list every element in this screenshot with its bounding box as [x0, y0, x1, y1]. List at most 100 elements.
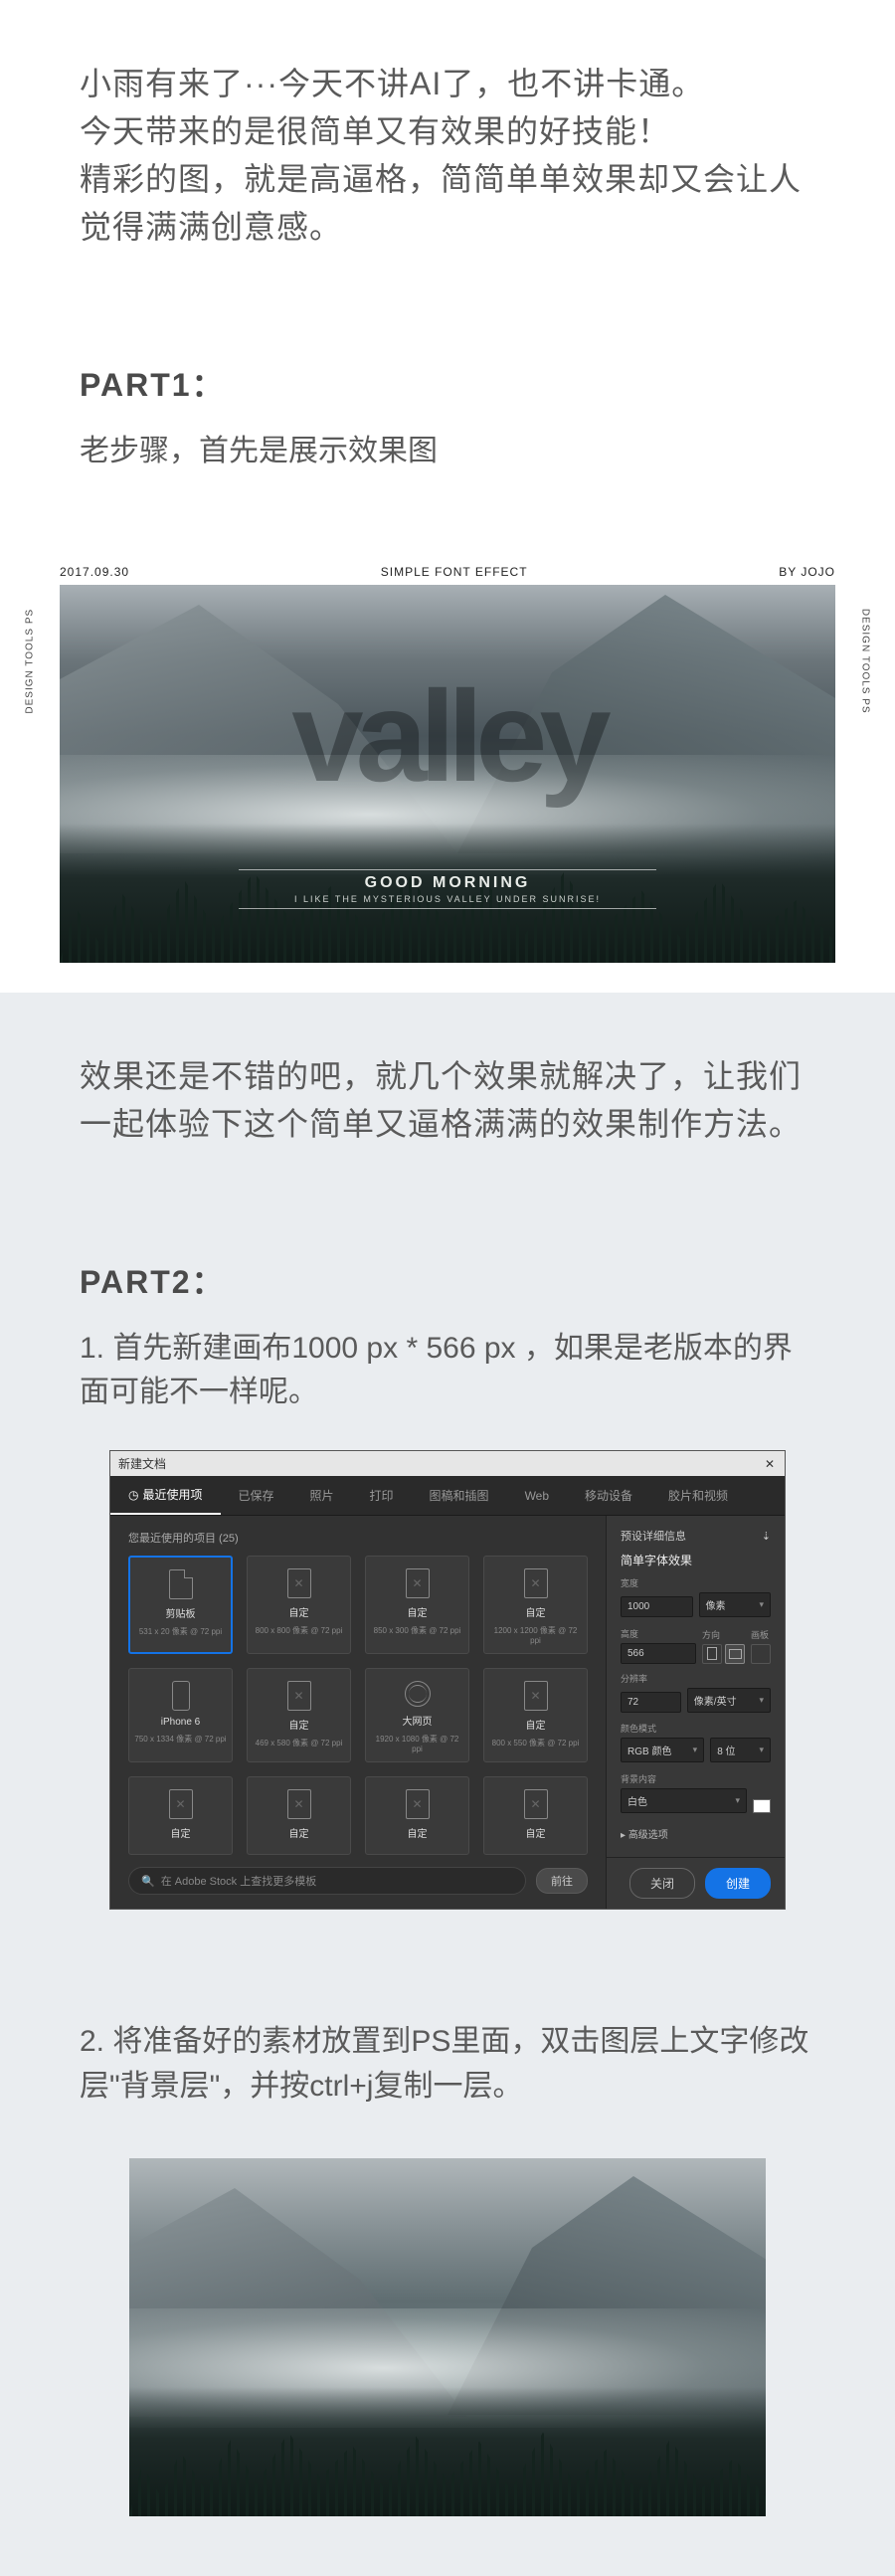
hero-center: SIMPLE FONT EFFECT: [381, 565, 528, 579]
intro-section: 小雨有来了···今天不讲AI了，也不讲卡通。 今天带来的是很简单又有效果的好技能…: [0, 0, 895, 559]
preset-card[interactable]: 自定 800 x 800 像素 @ 72 ppi: [247, 1556, 351, 1654]
orient-portrait[interactable]: [702, 1644, 722, 1664]
bg-label: 背景内容: [621, 1772, 771, 1785]
dialog-title: 新建文档: [118, 1455, 166, 1472]
preset-name: 自定: [289, 1825, 309, 1840]
artboard-label: 画板: [751, 1628, 771, 1641]
placeholder-icon: [287, 1681, 311, 1711]
preset-name: 自定: [171, 1825, 191, 1840]
placeholder-icon: [524, 1568, 548, 1598]
preset-dim: 800 x 550 像素 @ 72 ppi: [492, 1738, 580, 1748]
preset-name[interactable]: 简单字体效果: [621, 1552, 771, 1568]
new-document-dialog: 新建文档 ✕ ◷最近使用项 已保存 照片 打印 图稿和插图 Web 移动设备 胶…: [109, 1450, 786, 1910]
placeholder-icon: [287, 1789, 311, 1819]
height-input[interactable]: 566: [621, 1643, 696, 1664]
preset-name: 自定: [526, 1825, 546, 1840]
dialog-titlebar[interactable]: 新建文档 ✕: [110, 1451, 785, 1476]
create-button[interactable]: 创建: [705, 1868, 771, 1899]
hero-date: 2017.09.30: [60, 565, 129, 579]
preset-dim: 469 x 580 像素 @ 72 ppi: [256, 1738, 343, 1748]
hero-figure: DESIGN TOOLS PS DESIGN TOOLS PS 2017.09.…: [0, 559, 895, 963]
advanced-toggle[interactable]: ▸ 高级选项: [621, 1826, 771, 1841]
hero-side-right: DESIGN TOOLS PS: [860, 609, 871, 714]
tab-mobile[interactable]: 移动设备: [567, 1476, 650, 1515]
preset-card[interactable]: 自定850 x 300 像素 @ 72 ppi: [365, 1556, 469, 1654]
preset-name: 自定: [526, 1604, 546, 1619]
save-preset-icon[interactable]: ⇣: [762, 1530, 771, 1543]
preset-name: 自定: [408, 1604, 428, 1619]
orient-landscape[interactable]: [725, 1644, 745, 1664]
preset-card[interactable]: 自定: [365, 1776, 469, 1855]
res-unit-select[interactable]: 像素/英寸▾: [687, 1688, 771, 1713]
preset-card[interactable]: 自定 800 x 550 像素 @ 72 ppi: [483, 1668, 588, 1762]
hero-caption: GOOD MORNING I LIKE THE MYSTERIOUS VALLE…: [239, 865, 656, 913]
tab-saved[interactable]: 已保存: [221, 1476, 292, 1515]
preset-card[interactable]: 大网页1920 x 1080 像素 @ 72 ppi: [365, 1668, 469, 1762]
preset-card[interactable]: 自定 1200 x 1200 像素 @ 72 ppi: [483, 1556, 588, 1654]
recent-label: 您最近使用的项目 (25): [128, 1530, 588, 1546]
preset-dim: 750 x 1334 像素 @ 72 ppi: [134, 1734, 226, 1745]
step2-text: 2. 将准备好的素材放置到PS里面，双击图层上文字修改层"背景层"，并按ctrl…: [80, 2019, 815, 2109]
dialog-tabs: ◷最近使用项 已保存 照片 打印 图稿和插图 Web 移动设备 胶片和视频: [110, 1476, 785, 1516]
bg-swatch[interactable]: [753, 1799, 771, 1813]
preset-area: 您最近使用的项目 (25) 剪贴板531 x 20 像素 @ 72 ppi自定8…: [110, 1516, 606, 1909]
preset-card[interactable]: iPhone 6750 x 1334 像素 @ 72 ppi: [128, 1668, 233, 1762]
preset-dim: 800 x 800 像素 @ 72 ppi: [256, 1625, 343, 1636]
hero-side-left: DESIGN TOOLS PS: [25, 609, 36, 714]
preset-name: 自定: [526, 1717, 546, 1732]
stock-search-input[interactable]: 🔍 在 Adobe Stock 上查找更多模板: [128, 1867, 526, 1895]
preset-card[interactable]: 自定: [128, 1776, 233, 1855]
orient-label: 方向: [702, 1628, 745, 1641]
preset-dim: 531 x 20 像素 @ 72 ppi: [139, 1626, 222, 1637]
tab-web[interactable]: Web: [507, 1476, 567, 1515]
placeholder-icon: [524, 1789, 548, 1819]
intro-line2: 今天带来的是很简单又有效果的好技能！: [80, 107, 815, 155]
res-input[interactable]: 72: [621, 1692, 681, 1713]
preset-name: 自定: [289, 1604, 309, 1619]
part2-section: 效果还是不错的吧，就几个效果就解决了，让我们一起体验下这个简单又逼格满满的效果制…: [0, 993, 895, 2576]
width-input[interactable]: 1000: [621, 1596, 693, 1617]
preset-card[interactable]: 自定: [483, 1776, 588, 1855]
preset-name: 自定: [289, 1717, 309, 1732]
color-label: 颜色模式: [621, 1722, 771, 1735]
hero-meta-bar: 2017.09.30 SIMPLE FONT EFFECT BY JOJO: [60, 559, 835, 585]
tab-art[interactable]: 图稿和插图: [412, 1476, 507, 1515]
res-label: 分辨率: [621, 1672, 771, 1685]
step1-text: 1. 首先新建画布1000 px * 566 px ，如果是老版本的界面可能不一…: [80, 1323, 815, 1410]
search-icon: 🔍: [141, 1875, 155, 1888]
go-button[interactable]: 前往: [536, 1868, 588, 1894]
artboard-checkbox[interactable]: [751, 1644, 771, 1664]
preset-card[interactable]: 剪贴板 531 x 20 像素 @ 72 ppi: [128, 1556, 233, 1654]
preset-grid: 剪贴板 531 x 20 像素 @ 72 ppi 自定 800 x 800 像素 @ …: [128, 1556, 588, 1855]
tab-film[interactable]: 胶片和视频: [650, 1476, 746, 1515]
close-icon[interactable]: ✕: [763, 1457, 777, 1471]
detail-header-label: 预设详细信息: [621, 1528, 686, 1544]
preset-dim: 1200 x 1200 像素 @ 72 ppi: [488, 1625, 583, 1645]
hero-word: valley: [291, 661, 603, 811]
bit-select[interactable]: 8 位▾: [710, 1738, 771, 1762]
fold-icon: [169, 1569, 193, 1599]
globe-icon: [405, 1681, 431, 1707]
phone-icon: [172, 1681, 190, 1711]
placeholder-icon: [287, 1568, 311, 1598]
hero-image: valley GOOD MORNING I LIKE THE MYSTERIOU…: [60, 585, 835, 963]
part1-title: PART1：: [80, 360, 815, 406]
unit-select[interactable]: 像素▾: [699, 1592, 772, 1617]
color-mode-select[interactable]: RGB 颜色▾: [621, 1738, 704, 1762]
tab-recent[interactable]: ◷最近使用项: [110, 1476, 221, 1515]
tab-photo[interactable]: 照片: [292, 1476, 352, 1515]
hero-caption-title: GOOD MORNING: [239, 874, 656, 892]
preset-card[interactable]: 自定: [247, 1776, 351, 1855]
material-image: [129, 2158, 766, 2516]
placeholder-icon: [524, 1681, 548, 1711]
preset-name: 剪贴板: [166, 1605, 196, 1620]
preset-card[interactable]: 自定 469 x 580 像素 @ 72 ppi: [247, 1668, 351, 1762]
after-hero-text: 效果还是不错的吧，就几个效果就解决了，让我们一起体验下这个简单又逼格满满的效果制…: [80, 1052, 815, 1148]
tab-print[interactable]: 打印: [352, 1476, 412, 1515]
bg-select[interactable]: 白色▾: [621, 1788, 747, 1813]
preset-dim: 1920 x 1080 像素 @ 72 ppi: [370, 1734, 464, 1753]
detail-panel: 预设详细信息 ⇣ 简单字体效果 宽度 1000 像素▾ 高度 566: [606, 1516, 785, 1909]
intro-line3: 精彩的图，就是高逼格，简简单单效果却又会让人觉得满满创意感。: [80, 155, 815, 251]
cancel-button[interactable]: 关闭: [629, 1868, 695, 1899]
preset-name: 自定: [408, 1825, 428, 1840]
